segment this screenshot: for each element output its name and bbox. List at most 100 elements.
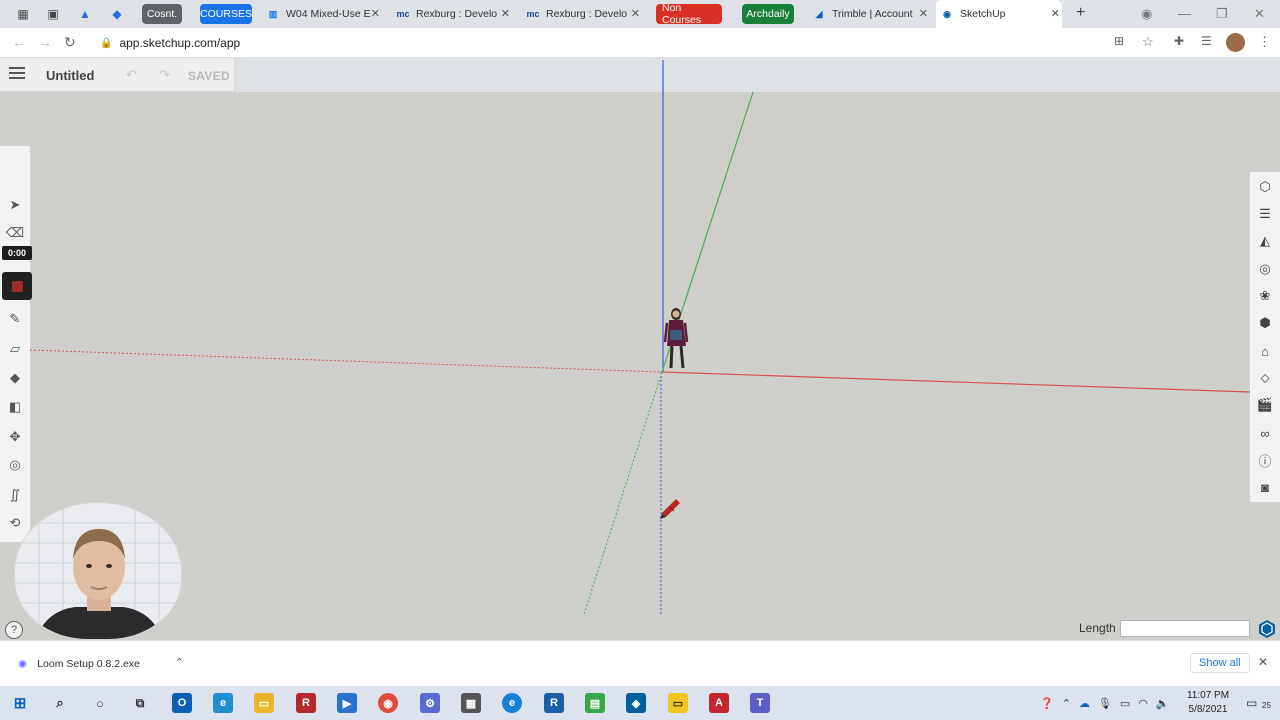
tab-rexburg-2[interactable]: mc Rexburg : Develo ✕ xyxy=(522,4,642,24)
close-icon[interactable]: ✕ xyxy=(919,7,928,20)
display-button[interactable]: ∞ xyxy=(1250,420,1280,446)
onedrive-icon[interactable]: ☁ xyxy=(1079,697,1090,710)
tab-search-icon[interactable]: ◉ xyxy=(1141,6,1152,22)
close-icon[interactable]: ✕ xyxy=(371,7,380,20)
settings-gear-icon[interactable]: ⚙ xyxy=(420,693,440,713)
calculator-icon[interactable]: ▦ xyxy=(461,693,481,713)
styles-button[interactable]: ◎ xyxy=(1250,256,1280,282)
components-button[interactable]: ⬢ xyxy=(1250,310,1280,336)
pinned-tab-1[interactable]: ▦ xyxy=(12,4,34,24)
modeling-viewport[interactable] xyxy=(0,58,1280,640)
revit-2-icon[interactable]: R xyxy=(544,693,564,713)
photos-icon[interactable]: ▤ xyxy=(585,693,605,713)
edge-icon[interactable]: e xyxy=(213,693,233,713)
redo-icon[interactable]: ↷ xyxy=(159,67,170,83)
paint-bucket-button[interactable]: ◆ xyxy=(0,365,30,391)
blue-shape-icon: ▲ xyxy=(79,7,91,21)
hamburger-menu-icon[interactable] xyxy=(9,67,25,81)
download-item[interactable]: ✺ Loom Setup 0.8.2.exe ⌃ xyxy=(14,655,196,673)
outlook-icon[interactable]: O xyxy=(172,693,192,713)
tab-w04-mixed-use[interactable]: ▥ W04 Mixed-Use E ✕ xyxy=(262,4,382,24)
install-app-icon[interactable]: ⊞ xyxy=(1114,34,1124,48)
orbit-tool-button[interactable]: ⟲ xyxy=(0,510,30,536)
bookmark-star-icon[interactable]: ☆ xyxy=(1142,34,1154,50)
show-all-downloads-button[interactable]: Show all xyxy=(1190,653,1250,673)
pencil-line-icon: ✎ xyxy=(9,311,21,326)
battery-icon[interactable]: ▭ xyxy=(1120,697,1130,710)
close-icon[interactable]: ✕ xyxy=(631,7,640,20)
chevron-up-icon[interactable]: ⌃ xyxy=(175,656,184,669)
wifi-icon[interactable]: ◠ xyxy=(1138,697,1148,710)
zoom-icon[interactable]: ▶ xyxy=(337,693,357,713)
line-tool-button[interactable]: ✎ xyxy=(0,306,30,332)
minimize-button[interactable]: — xyxy=(1178,6,1191,21)
red-axis-positive xyxy=(661,371,1251,393)
pinned-tab-3[interactable]: ▲ xyxy=(74,4,96,24)
chrome-icon[interactable]: ◉ xyxy=(378,693,398,713)
new-tab-button[interactable]: + xyxy=(1076,4,1085,22)
browser-menu-icon[interactable]: ⋮ xyxy=(1258,34,1271,50)
speaker-icon[interactable]: 🔈 xyxy=(1156,697,1170,710)
paint-bucket-icon: ◆ xyxy=(10,370,20,385)
close-icon[interactable]: ✕ xyxy=(1051,7,1060,20)
close-icon[interactable]: ✕ xyxy=(1258,655,1268,669)
solar-button[interactable]: ◙ xyxy=(1250,474,1280,500)
sticky-notes-icon[interactable]: ▭ xyxy=(668,693,688,713)
tab-group-non-courses[interactable]: Non Courses xyxy=(656,2,722,26)
teams-icon[interactable]: T xyxy=(750,693,770,713)
taskbar-clock[interactable]: 11:07 PM 5/8/2021 xyxy=(1180,689,1236,717)
restore-button[interactable]: ❐ xyxy=(1216,6,1228,22)
loom-record-button[interactable] xyxy=(2,272,32,300)
select-tool-button[interactable]: ➤ xyxy=(0,192,30,218)
window-close-button[interactable]: ✕ xyxy=(1254,6,1265,22)
document-title[interactable]: Untitled xyxy=(46,68,94,83)
search-icon[interactable]: ⌕ xyxy=(50,693,70,713)
push-pull-button[interactable]: ◧ xyxy=(0,394,30,420)
move-tool-button[interactable]: ✥ xyxy=(0,424,30,450)
profile-avatar[interactable] xyxy=(1226,33,1245,52)
tab-sketchup[interactable]: ◉ SketchUp ✕ xyxy=(936,0,1062,28)
outliner-button[interactable]: ☰ xyxy=(1250,201,1280,227)
back-arrow-icon[interactable]: ← xyxy=(12,34,26,50)
task-view-icon[interactable]: ⧉ xyxy=(130,693,150,713)
reload-icon[interactable]: ↻ xyxy=(64,34,76,51)
extensions-puzzle-icon[interactable]: ✚ xyxy=(1174,34,1184,48)
tab-group-cosnt[interactable]: Cosnt. xyxy=(142,4,182,24)
file-explorer-icon[interactable]: ▭ xyxy=(254,693,274,713)
help-circle-icon[interactable]: ❓ xyxy=(1040,697,1054,710)
materials-button[interactable]: ❀ xyxy=(1250,283,1280,309)
url-field[interactable]: 🔒 app.sketchup.com/app xyxy=(100,32,1100,54)
notification-center-icon[interactable]: ▭ xyxy=(1246,696,1257,710)
revit-icon[interactable]: R xyxy=(296,693,316,713)
tape-measure-button[interactable]: ◎ xyxy=(0,452,30,478)
acrobat-icon[interactable]: A xyxy=(709,693,729,713)
instructor-button[interactable]: ◭ xyxy=(1250,228,1280,254)
measurement-input[interactable] xyxy=(1120,620,1250,637)
entity-info-button[interactable]: ⬡ xyxy=(1250,174,1280,200)
forward-arrow-icon[interactable]: → xyxy=(38,34,52,50)
tags-button[interactable]: ⬦ xyxy=(1250,365,1280,391)
undo-icon[interactable]: ↶ xyxy=(126,67,137,83)
tab-trimble-account[interactable]: ◢ Trimble | Account ✕ xyxy=(808,4,930,24)
shape-tool-button[interactable]: ▱ xyxy=(0,336,30,362)
chevron-up-icon[interactable]: ⌃ xyxy=(1062,697,1071,710)
tab-group-archdaily[interactable]: Archdaily xyxy=(742,4,794,24)
help-button[interactable]: ? xyxy=(5,621,23,639)
walk-tool-button[interactable]: ∬ xyxy=(0,482,30,508)
3d-warehouse-button[interactable]: ⌂ xyxy=(1250,338,1280,364)
tab-rexburg-1[interactable]: mc Rexburg : Develo ✕ xyxy=(392,4,512,24)
tab-group-courses[interactable]: COURSES xyxy=(200,4,252,24)
pinned-tab-4[interactable]: ◆ xyxy=(106,4,128,24)
close-icon[interactable]: ✕ xyxy=(501,7,510,20)
cortana-icon[interactable]: ○ xyxy=(90,693,110,713)
microphone-icon[interactable]: 🎙 xyxy=(1098,697,1112,710)
scenes-button[interactable]: 🎬 xyxy=(1250,392,1280,418)
sketchup-logo-icon[interactable] xyxy=(1256,618,1278,640)
info-button[interactable]: ⓘ xyxy=(1250,447,1280,473)
sketchup-taskbar-icon[interactable]: ◈ xyxy=(626,693,646,713)
eraser-tool-button[interactable]: ⌫ xyxy=(0,220,30,246)
pinned-tab-2[interactable]: ▣ xyxy=(42,4,64,24)
reading-list-icon[interactable]: ☰ xyxy=(1201,34,1212,48)
edge-dev-icon[interactable]: e xyxy=(502,693,522,713)
windows-start-icon[interactable]: ⊞ xyxy=(10,693,30,713)
